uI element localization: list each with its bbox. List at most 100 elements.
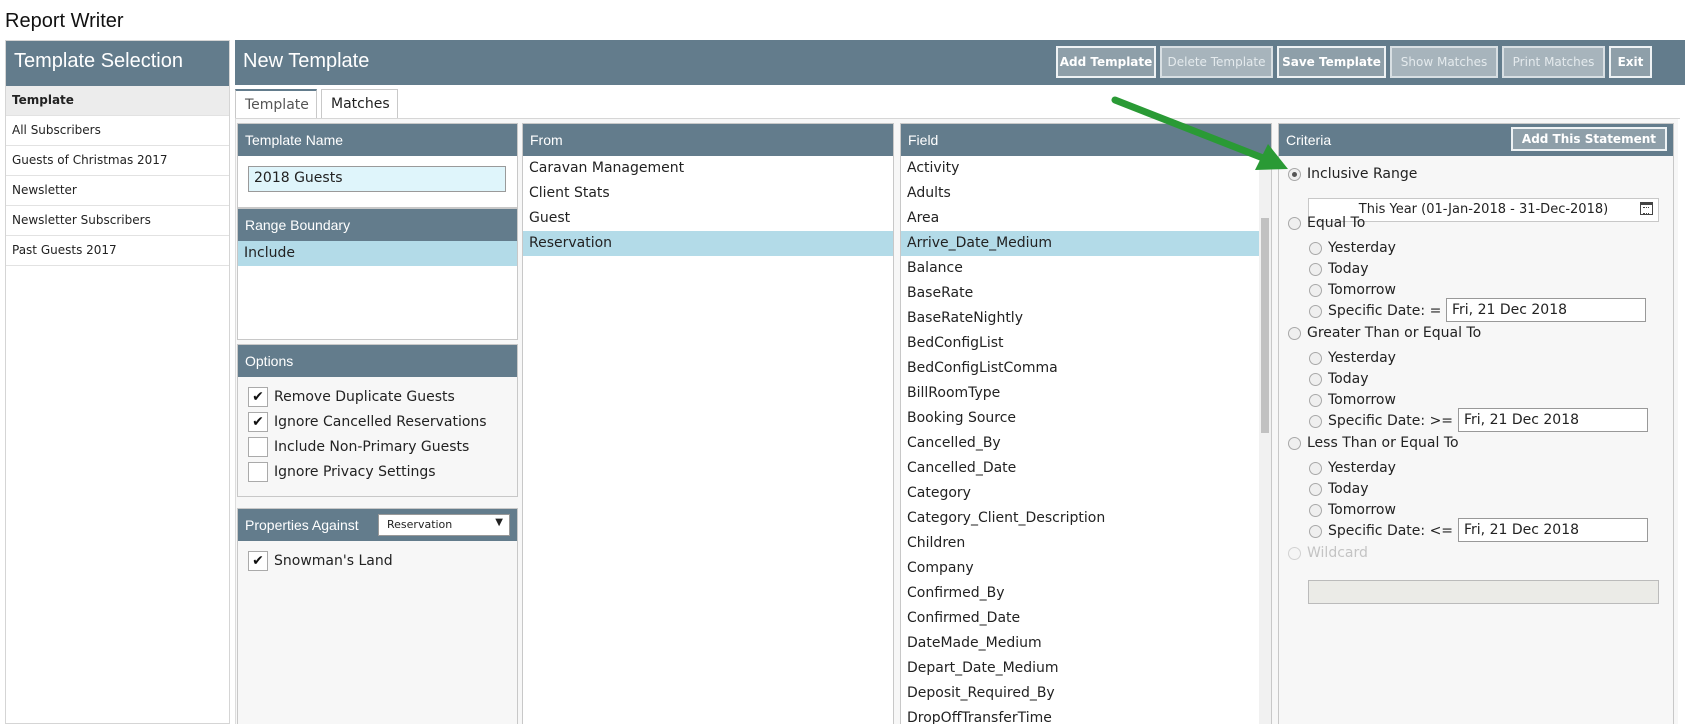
field-item[interactable]: BedConfigListComma — [901, 356, 1259, 381]
field-scrollbar[interactable] — [1259, 156, 1271, 724]
field-item[interactable]: Category — [901, 481, 1259, 506]
sub-option-label: Yesterday — [1328, 350, 1396, 366]
sub-option[interactable]: Tomorrow — [1309, 282, 1396, 298]
greater-equal-option[interactable]: Greater Than or Equal To — [1288, 325, 1481, 341]
specific-date-option[interactable]: Specific Date: >= — [1309, 413, 1453, 429]
property-row[interactable]: ✔ Snowman's Land — [248, 551, 393, 573]
checkbox[interactable] — [248, 437, 268, 457]
sub-option[interactable]: Today — [1309, 371, 1369, 387]
delete-template-button[interactable]: Delete Template — [1160, 46, 1273, 78]
field-item[interactable]: BillRoomType — [901, 381, 1259, 406]
option-row[interactable]: Ignore Privacy Settings — [248, 462, 436, 484]
checkbox[interactable] — [248, 462, 268, 482]
scrollbar-thumb[interactable] — [1261, 218, 1269, 433]
field-item[interactable]: Confirmed_Date — [901, 606, 1259, 631]
radio[interactable] — [1309, 524, 1322, 538]
radio[interactable] — [1309, 461, 1322, 475]
exit-button[interactable]: Exit — [1609, 46, 1652, 78]
from-item[interactable]: Guest — [523, 206, 893, 231]
wildcard-input[interactable] — [1308, 580, 1659, 604]
field-item[interactable]: BaseRate — [901, 281, 1259, 306]
sub-option[interactable]: Yesterday — [1309, 240, 1396, 256]
field-item[interactable]: Adults — [901, 181, 1259, 206]
sub-option[interactable]: Yesterday — [1309, 350, 1396, 366]
field-item[interactable]: Area — [901, 206, 1259, 231]
template-list-item[interactable]: Guests of Christmas 2017 — [6, 146, 229, 176]
add-template-button[interactable]: Add Template — [1056, 46, 1156, 78]
field-item[interactable]: DateMade_Medium — [901, 631, 1259, 656]
specific-date-input[interactable]: Fri, 21 Dec 2018 — [1446, 298, 1646, 322]
radio[interactable] — [1309, 482, 1322, 496]
template-list-item[interactable]: Newsletter — [6, 176, 229, 206]
field-item[interactable]: DropOffTransferTime — [901, 706, 1259, 724]
inclusive-range-option[interactable]: Inclusive Range — [1288, 166, 1417, 182]
radio[interactable] — [1309, 372, 1322, 386]
sub-option[interactable]: Tomorrow — [1309, 392, 1396, 408]
radio[interactable] — [1309, 393, 1322, 407]
less-equal-option[interactable]: Less Than or Equal To — [1288, 435, 1459, 451]
field-item[interactable]: Category_Client_Description — [901, 506, 1259, 531]
print-matches-button[interactable]: Print Matches — [1502, 46, 1605, 78]
specific-date-option[interactable]: Specific Date: <= — [1309, 523, 1453, 539]
field-list[interactable]: Activity Adults Area Arrive_Date_Medium … — [901, 156, 1259, 724]
field-item[interactable]: BedConfigList — [901, 331, 1259, 356]
template-selection-title: Template Selection — [6, 41, 229, 86]
template-list-item[interactable]: Newsletter Subscribers — [6, 206, 229, 236]
option-row[interactable]: Include Non-Primary Guests — [248, 437, 469, 459]
properties-select[interactable]: Reservation ▼ — [378, 514, 510, 536]
field-item[interactable]: Booking Source — [901, 406, 1259, 431]
template-list-item[interactable]: All Subscribers — [6, 116, 229, 146]
radio[interactable] — [1309, 262, 1322, 276]
tab-template[interactable]: Template — [235, 89, 317, 119]
option-row[interactable]: ✔ Ignore Cancelled Reservations — [248, 412, 487, 434]
field-item[interactable]: BaseRateNightly — [901, 306, 1259, 331]
sub-option[interactable]: Yesterday — [1309, 460, 1396, 476]
sub-option[interactable]: Today — [1309, 481, 1369, 497]
from-item[interactable]: Reservation — [523, 231, 893, 256]
calendar-icon[interactable] — [1640, 202, 1653, 215]
radio[interactable] — [1309, 283, 1322, 297]
field-item[interactable]: Depart_Date_Medium — [901, 656, 1259, 681]
from-item[interactable]: Client Stats — [523, 181, 893, 206]
from-item[interactable]: Caravan Management — [523, 156, 893, 181]
field-item[interactable]: Cancelled_By — [901, 431, 1259, 456]
template-name-input[interactable]: 2018 Guests — [248, 166, 506, 192]
radio[interactable] — [1309, 503, 1322, 517]
field-item[interactable]: Deposit_Required_By — [901, 681, 1259, 706]
add-statement-button[interactable]: Add This Statement — [1510, 127, 1667, 151]
range-boundary-option[interactable]: Include — [238, 241, 517, 266]
checkbox-checked[interactable]: ✔ — [248, 551, 268, 571]
sub-option-label: Today — [1328, 371, 1369, 387]
sub-option[interactable]: Tomorrow — [1309, 502, 1396, 518]
checkbox-checked[interactable]: ✔ — [248, 387, 268, 407]
specific-date-input[interactable]: Fri, 21 Dec 2018 — [1458, 518, 1648, 542]
radio[interactable] — [1309, 241, 1322, 255]
template-list-item[interactable]: Past Guests 2017 — [6, 236, 229, 266]
option-row[interactable]: ✔ Remove Duplicate Guests — [248, 387, 455, 409]
specific-date-option[interactable]: Specific Date: = — [1309, 303, 1441, 319]
sub-option[interactable]: Today — [1309, 261, 1369, 277]
radio[interactable] — [1288, 436, 1301, 450]
save-template-button[interactable]: Save Template — [1277, 46, 1386, 78]
radio[interactable] — [1309, 304, 1322, 318]
sub-option-label: Tomorrow — [1328, 282, 1396, 298]
tab-matches[interactable]: Matches — [321, 89, 398, 119]
field-item[interactable]: Company — [901, 556, 1259, 581]
specific-date-input[interactable]: Fri, 21 Dec 2018 — [1458, 408, 1648, 432]
field-item[interactable]: Cancelled_Date — [901, 456, 1259, 481]
template-list-item[interactable]: Template — [6, 86, 229, 116]
field-item[interactable]: Balance — [901, 256, 1259, 281]
radio[interactable] — [1288, 216, 1301, 230]
wildcard-option[interactable]: Wildcard — [1288, 545, 1368, 561]
radio-disabled[interactable] — [1288, 546, 1301, 560]
field-item[interactable]: Arrive_Date_Medium — [901, 231, 1259, 256]
radio[interactable] — [1309, 351, 1322, 365]
show-matches-button[interactable]: Show Matches — [1390, 46, 1498, 78]
radio[interactable] — [1288, 326, 1301, 340]
radio[interactable] — [1309, 414, 1322, 428]
field-item[interactable]: Confirmed_By — [901, 581, 1259, 606]
field-item[interactable]: Children — [901, 531, 1259, 556]
checkbox-checked[interactable]: ✔ — [248, 412, 268, 432]
properties-section: Properties Against Reservation ▼ ✔ Snowma… — [237, 508, 518, 724]
equal-to-option[interactable]: Equal To — [1288, 215, 1365, 231]
